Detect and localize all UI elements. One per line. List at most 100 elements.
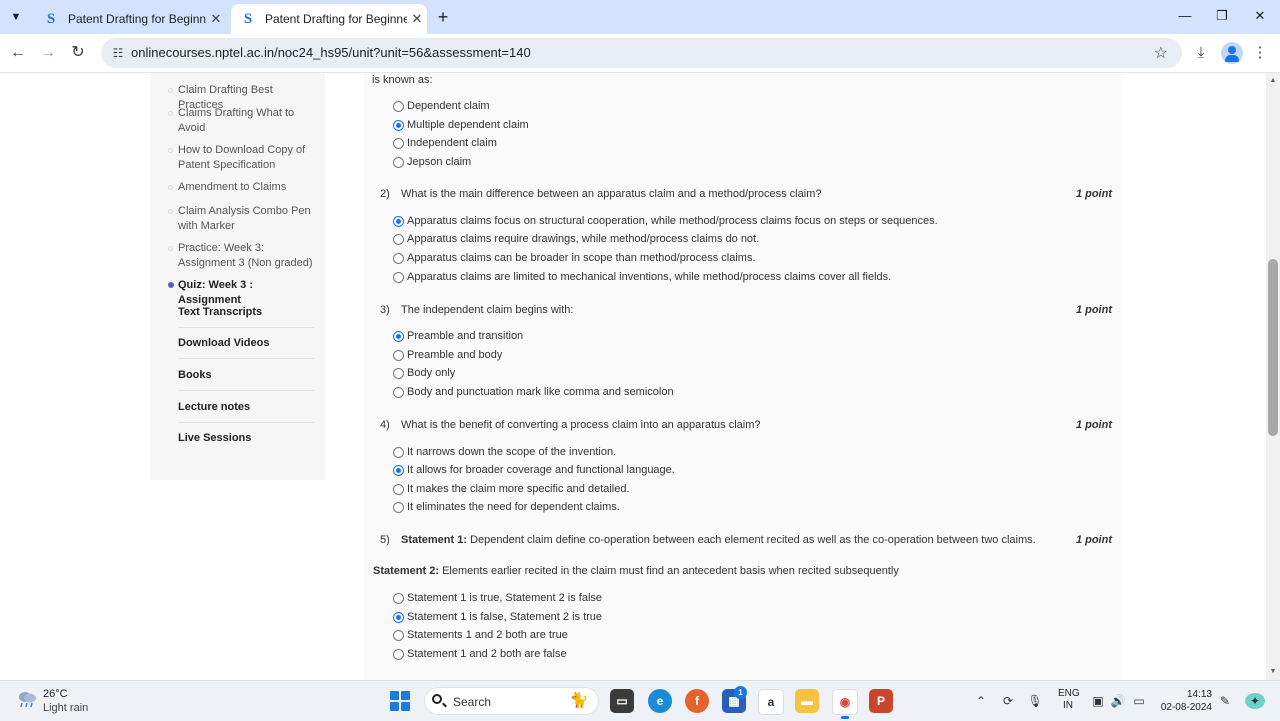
url-text[interactable]: onlinecourses.nptel.ac.in/noc24_hs95/uni… [131,45,531,60]
chrome-icon[interactable]: ◉ [832,689,858,719]
download-icon[interactable]: ⤓ [1190,42,1212,64]
scroll-down-icon[interactable]: ▼ [1266,666,1280,678]
sidebar-item-amendment-to-claims[interactable]: Amendment to Claims [168,180,318,195]
q1-option-3[interactable]: Independent claim [393,136,497,150]
radio-button[interactable] [393,137,404,149]
q3-option-1[interactable]: Preamble and transition [393,329,523,343]
q1-option-1[interactable]: Dependent claim [393,99,490,113]
weather-temperature[interactable]: 26°C [43,688,68,700]
question-2-points: 1 point [1075,188,1112,200]
restore-icon[interactable]: ❐ [1208,6,1236,26]
back-arrow-icon[interactable]: ← [6,41,30,65]
weather-description[interactable]: Light rain [43,702,88,714]
q1-option-4[interactable]: Jepson claim [393,155,471,169]
new-tab-plus-icon[interactable]: + [433,7,453,27]
edge-browser-icon[interactable]: e [648,689,672,713]
site-info-icon[interactable]: ☷ [109,44,127,62]
radio-button-selected[interactable] [393,215,404,227]
q1-option-2[interactable]: Multiple dependent claim [393,118,529,132]
radio-button[interactable] [393,483,404,495]
task-view-icon[interactable]: ▭ [610,689,634,713]
q2-option-2[interactable]: Apparatus claims require drawings, while… [393,232,759,246]
radio-button[interactable] [393,592,404,604]
copilot-icon[interactable]: ✦ [1245,693,1265,709]
q4-option-4[interactable]: It eliminates the need for dependent cla… [393,500,620,514]
radio-button[interactable] [393,367,404,379]
amazon-icon[interactable]: a [758,689,784,715]
radio-button[interactable] [393,446,404,458]
window-close-icon[interactable]: ✕ [1246,6,1274,26]
tab-close-icon[interactable]: ✕ [407,11,427,27]
scrollbar-thumb[interactable] [1268,259,1278,436]
question-1-text-tail: is known as: [372,74,433,86]
q2-option-3[interactable]: Apparatus claims can be broader in scope… [393,251,756,265]
q4-option-3[interactable]: It makes the claim more specific and det… [393,482,630,496]
q4-option-1[interactable]: It narrows down the scope of the inventi… [393,445,616,459]
sidebar-item-download-patent-specification[interactable]: How to Download Copy of Patent Specifica… [168,143,318,173]
sidebar-section-books[interactable]: Books [178,369,314,391]
network-icon[interactable]: ▣ [1090,693,1106,709]
bookmark-star-icon[interactable]: ☆ [1154,43,1168,63]
radio-button-selected[interactable] [393,464,404,476]
sidebar-item-claim-analysis-combo-pen[interactable]: Claim Analysis Combo Pen with Marker [168,204,318,234]
radio-button[interactable] [393,629,404,641]
tab-title: Patent Drafting for Beginners - [68,12,206,26]
radio-button[interactable] [393,501,404,513]
sidebar-section-download-videos[interactable]: Download Videos [178,337,314,359]
sidebar-item-practice-week-3[interactable]: Practice: Week 3: Assignment 3 (Non grad… [168,241,318,271]
volume-icon[interactable]: 🔊 [1110,693,1126,709]
q5-option-1[interactable]: Statement 1 is true, Statement 2 is fals… [393,591,602,605]
q5-option-2[interactable]: Statement 1 is false, Statement 2 is tru… [393,610,602,624]
forward-arrow-icon[interactable]: → [36,41,60,65]
q4-option-2[interactable]: It allows for broader coverage and funct… [393,463,675,477]
input-language[interactable]: ENG IN [1058,688,1080,712]
reload-icon[interactable]: ↻ [66,41,90,65]
q2-option-4[interactable]: Apparatus claims are limited to mechanic… [393,270,891,284]
radio-button-selected[interactable] [393,330,404,342]
sidebar-section-live-sessions[interactable]: Live Sessions [178,432,314,453]
radio-button[interactable] [393,252,404,264]
profile-avatar[interactable] [1221,42,1243,64]
bullet-icon [168,246,173,251]
radio-button-selected[interactable] [393,611,404,623]
q3-option-2[interactable]: Preamble and body [393,348,502,362]
radio-button[interactable] [393,100,404,112]
tab-course-1[interactable]: S Patent Drafting for Beginners - ✕ [34,4,226,34]
q3-option-4[interactable]: Body and punctuation mark like comma and… [393,385,674,399]
radio-button[interactable] [393,271,404,283]
microphone-icon[interactable]: 🎙 [1027,693,1043,709]
page-scrollbar[interactable]: ▲ ▼ [1266,73,1280,680]
file-explorer-icon[interactable]: ▬ [795,689,819,713]
radio-button[interactable] [393,156,404,168]
radio-button[interactable] [393,233,404,245]
taskbar-search[interactable]: Search 🐈 [424,687,599,715]
radio-button[interactable] [393,648,404,660]
tab-search-button[interactable]: ▼ [5,6,27,28]
sidebar-item-claims-drafting-what-to-avoid[interactable]: Claims Drafting What to Avoid [168,106,318,136]
radio-button[interactable] [393,386,404,398]
notification-bell-icon[interactable]: ✎ [1217,693,1233,709]
q5-option-3[interactable]: Statements 1 and 2 both are true [393,628,568,642]
radio-button[interactable] [393,349,404,361]
tab-course-2[interactable]: S Patent Drafting for Beginners - ✕ [231,4,427,34]
scroll-up-icon[interactable]: ▲ [1266,75,1280,87]
more-menu-icon[interactable]: ⋮ [1249,42,1271,64]
sync-icon[interactable]: ⟳ [1000,693,1016,709]
sidebar-item-quiz-week-3[interactable]: Quiz: Week 3 : Assignment [168,278,318,308]
address-bar[interactable]: ☷ onlinecourses.nptel.ac.in/noc24_hs95/u… [101,38,1182,68]
q5-option-4[interactable]: Statement 1 and 2 both are false [393,647,567,661]
sidebar-section-text-transcripts[interactable]: Text Transcripts [178,306,314,328]
system-clock[interactable]: 14:13 02-08-2024 [1157,688,1212,714]
windows-start-icon[interactable] [390,691,410,711]
battery-icon[interactable]: ▭ [1131,693,1147,709]
tab-close-icon[interactable]: ✕ [206,11,226,27]
firefox-icon[interactable]: f [685,689,709,713]
q3-option-3[interactable]: Body only [393,366,455,380]
sidebar-section-lecture-notes[interactable]: Lecture notes [178,401,314,423]
rain-cloud-icon[interactable] [16,690,38,708]
radio-button-selected[interactable] [393,119,404,131]
powerpoint-icon[interactable]: P [869,689,893,713]
q2-option-1[interactable]: Apparatus claims focus on structural coo… [393,214,938,228]
minimize-icon[interactable]: — [1171,6,1199,26]
chevron-up-icon[interactable]: ⌃ [973,693,989,709]
